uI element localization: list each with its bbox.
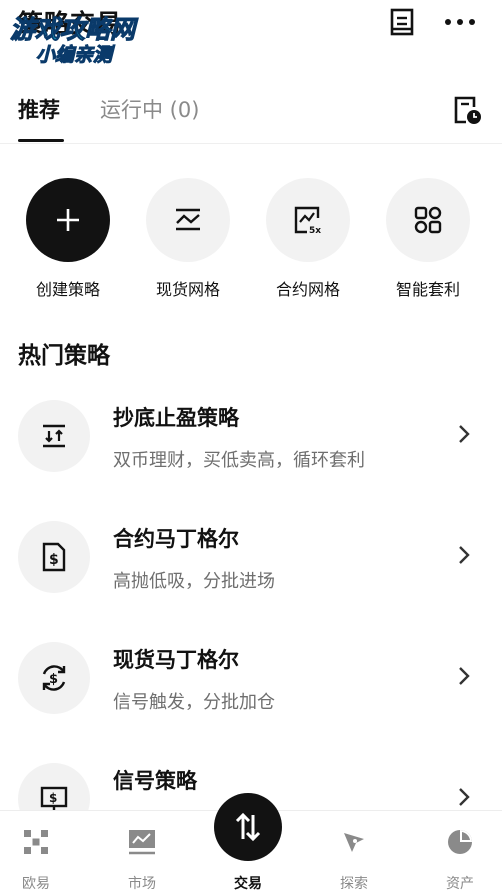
- create-strategy-label: 创建策略: [35, 280, 100, 299]
- tab-recommended[interactable]: 推荐: [18, 94, 60, 124]
- nav-item-market[interactable]: 市场: [92, 811, 192, 894]
- svg-text:$: $: [49, 552, 59, 568]
- strategy-desc: 高抛低吸，分批进场: [113, 571, 275, 592]
- chevron-right-icon: [452, 422, 476, 446]
- more-icon[interactable]: [444, 6, 476, 38]
- grid-chart-icon: [146, 178, 230, 262]
- strategy-title: 抄底止盈策略: [113, 406, 239, 430]
- watermark-line2: 小编亲测: [35, 44, 113, 67]
- contract-grid-label: 合约网格: [275, 280, 340, 299]
- strategy-item-spot-martingale[interactable]: $ 现货马丁格尔 信号触发，分批加仓: [0, 642, 502, 742]
- leverage-grid-icon: 5x: [266, 178, 350, 262]
- nav-label: 交易: [234, 876, 262, 892]
- plus-icon: [26, 178, 110, 262]
- strategy-desc: 双币理财，买低卖高，循环套利: [113, 450, 365, 471]
- document-clock-icon[interactable]: [452, 94, 484, 126]
- nav-item-trade[interactable]: 交易: [198, 793, 298, 894]
- arbitrage-icon: [386, 178, 470, 262]
- hot-strategies-title: 热门策略: [18, 343, 110, 369]
- chevron-right-icon: [452, 543, 476, 567]
- explore-compass-icon: [339, 827, 369, 857]
- quick-actions: 创建策略 现货网格 5x 合约网格 智能套利: [0, 178, 502, 308]
- strategy-title: 合约马丁格尔: [113, 527, 239, 551]
- buy-low-sell-high-icon: [18, 400, 90, 472]
- spot-grid-button[interactable]: 现货网格: [128, 178, 248, 300]
- trade-arrows-icon: [214, 793, 282, 861]
- cycle-dollar-icon: $: [18, 642, 90, 714]
- contract-grid-button[interactable]: 5x 合约网格: [248, 178, 368, 300]
- bottom-nav: 欧易 市场 交易 探索 资产: [0, 793, 502, 894]
- svg-text:$: $: [49, 791, 57, 805]
- nav-item-explore[interactable]: 探索: [304, 811, 404, 894]
- strategy-title: 信号策略: [113, 769, 197, 793]
- smart-arbitrage-label: 智能套利: [395, 280, 460, 299]
- strategy-desc: 信号触发，分批加仓: [113, 692, 275, 713]
- smart-arbitrage-button[interactable]: 智能套利: [368, 178, 488, 300]
- app-header: 策略交易 游戏攻略网 小编亲测: [0, 0, 502, 67]
- page-title: 策略交易: [18, 9, 123, 38]
- contract-doc-dollar-icon: $: [18, 521, 90, 593]
- nav-item-okx[interactable]: 欧易: [0, 811, 86, 894]
- nav-label: 欧易: [22, 876, 50, 892]
- chevron-right-icon: [452, 664, 476, 688]
- strategy-title: 现货马丁格尔: [113, 648, 239, 672]
- strategy-tabs: 推荐 运行中 (0): [0, 84, 502, 144]
- create-strategy-button[interactable]: 创建策略: [8, 178, 128, 300]
- svg-text:5x: 5x: [309, 226, 321, 236]
- spot-grid-label: 现货网格: [155, 280, 220, 299]
- nav-label: 探索: [340, 876, 368, 892]
- nav-item-assets[interactable]: 资产: [410, 811, 502, 894]
- nav-label: 市场: [128, 876, 156, 892]
- svg-text:$: $: [49, 672, 58, 687]
- nav-label: 资产: [446, 876, 474, 892]
- market-chart-icon: [127, 827, 157, 857]
- book-icon[interactable]: [386, 6, 418, 38]
- tab-running[interactable]: 运行中 (0): [100, 94, 199, 124]
- strategy-item-buy-low[interactable]: 抄底止盈策略 双币理财，买低卖高，循环套利: [0, 400, 502, 500]
- assets-pie-icon: [445, 827, 475, 857]
- active-tab-indicator: [18, 139, 64, 142]
- chevron-right-icon: [452, 785, 476, 809]
- okx-logo-icon: [21, 827, 51, 857]
- strategy-item-contract-martingale[interactable]: $ 合约马丁格尔 高抛低吸，分批进场: [0, 521, 502, 621]
